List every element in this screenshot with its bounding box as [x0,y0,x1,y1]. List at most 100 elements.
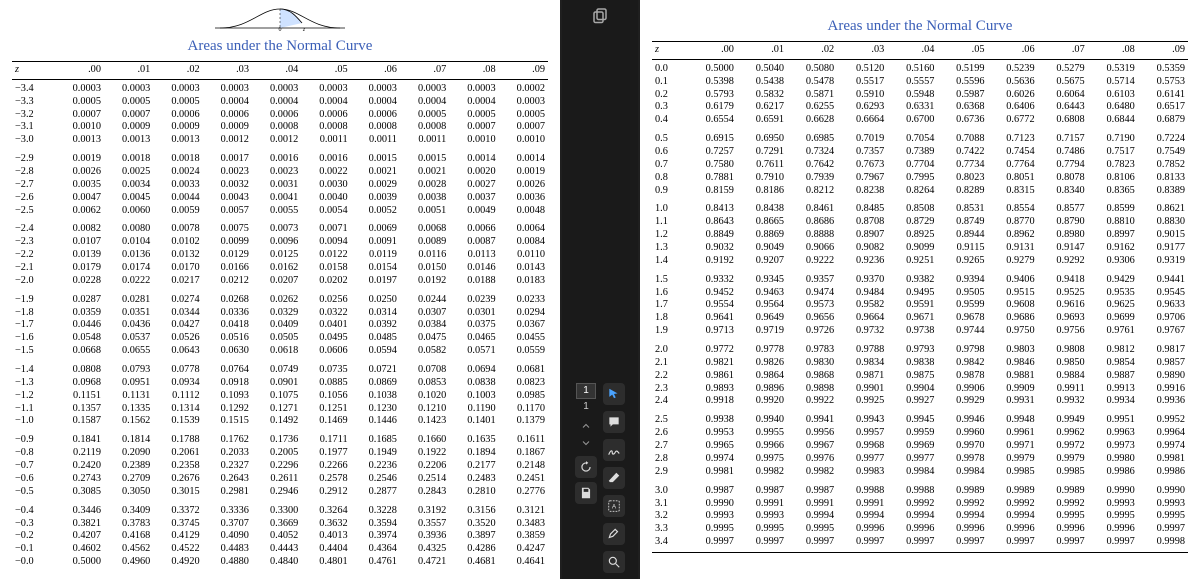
left-page: 0 z Areas under the Normal Curve z.00.01… [0,0,560,579]
zoom-tool[interactable] [603,551,625,573]
z-value: 0.8 [652,172,687,185]
prob-cell: 0.0025 [104,166,153,179]
prob-cell: 0.2389 [104,460,153,473]
prob-cell: 0.9946 [937,411,987,427]
z-value: −2.9 [12,150,55,166]
prob-cell: 0.0062 [55,205,104,221]
prob-cell: 0.0018 [153,150,202,166]
z-value: −3.3 [12,96,55,109]
prob-cell: 0.8106 [1088,172,1138,185]
prob-cell: 0.9641 [687,312,737,325]
prob-cell: 0.1788 [153,431,202,447]
prob-cell: 0.9994 [837,510,887,523]
prob-cell: 0.0202 [301,275,350,291]
table-row: −2.70.00350.00340.00330.00320.00310.0030… [12,179,548,192]
page-current[interactable]: 1 [576,383,596,399]
prob-cell: 0.0012 [203,134,252,150]
z-value: 2.6 [652,427,687,440]
prob-cell: 0.9966 [737,440,787,453]
prob-cell: 0.0143 [499,262,548,275]
prob-cell: 0.0007 [499,121,548,134]
z-value: 3.3 [652,523,687,536]
table-row: −2.40.00820.00800.00780.00750.00730.0071… [12,220,548,236]
prob-cell: 0.9671 [887,312,937,325]
prob-cell: 0.2843 [400,486,449,502]
prob-cell: 0.0094 [301,236,350,249]
signature-tool[interactable] [603,439,625,461]
prob-cell: 0.0020 [449,166,498,179]
prob-cell: 0.9115 [937,242,987,255]
prob-cell: 0.0003 [449,79,498,95]
prob-cell: 0.2033 [203,447,252,460]
copy-icon[interactable] [591,6,609,24]
prob-cell: 0.0004 [252,96,301,109]
table-row: −2.30.01070.01040.01020.00990.00960.0094… [12,236,548,249]
rotate-button[interactable] [575,456,597,478]
prob-cell: 0.8888 [787,229,837,242]
prob-cell: 0.9982 [737,466,787,482]
z-value: −0.6 [12,473,55,486]
prob-cell: 0.8554 [988,200,1038,216]
prob-cell: 0.8729 [887,216,937,229]
prob-cell: 0.0869 [351,377,400,390]
z-value: 1.9 [652,325,687,341]
prob-cell: 0.0409 [252,319,301,332]
table-row: 2.20.98610.98640.98680.98710.98750.98780… [652,370,1188,383]
prob-cell: 0.0005 [449,109,498,122]
comment-tool[interactable] [603,411,625,433]
z-value: −2.0 [12,275,55,291]
eraser-tool[interactable] [603,467,625,489]
table-row: −3.30.00050.00050.00050.00040.00040.0004… [12,96,548,109]
text-select-tool[interactable]: A [603,495,625,517]
z-value: 0.6 [652,146,687,159]
chevron-up-icon[interactable] [580,420,592,435]
prob-cell: 0.9884 [1038,370,1088,383]
save-button[interactable] [575,482,597,504]
prob-cell: 0.9969 [887,440,937,453]
table-row: 0.20.57930.58320.58710.59100.59480.59870… [652,89,1188,102]
prob-cell: 0.0329 [252,307,301,320]
prob-cell: 0.9968 [837,440,887,453]
prob-cell: 0.9066 [787,242,837,255]
prob-cell: 0.8907 [837,229,887,242]
prob-cell: 0.0032 [203,179,252,192]
chevron-down-icon[interactable] [580,437,592,452]
prob-cell: 0.7088 [937,130,987,146]
prob-cell: 0.5714 [1088,76,1138,89]
col-header: .04 [252,62,301,80]
prob-cell: 0.8133 [1138,172,1188,185]
prob-cell: 0.9803 [988,341,1038,357]
prob-cell: 0.1230 [351,403,400,416]
prob-cell: 0.3936 [400,530,449,543]
prob-cell: 0.0166 [203,262,252,275]
prob-cell: 0.5675 [1038,76,1088,89]
prob-cell: 0.2358 [153,460,202,473]
cursor-tool[interactable] [603,383,625,405]
prob-cell: 0.6736 [937,114,987,130]
prob-cell: 0.9987 [787,482,837,498]
z-value: 2.3 [652,383,687,396]
prob-cell: 0.0233 [499,291,548,307]
prob-cell: 0.8810 [1088,216,1138,229]
prob-cell: 0.9382 [887,271,937,287]
z-value: 1.8 [652,312,687,325]
prob-cell: 0.9978 [937,453,987,466]
prob-cell: 0.0537 [104,332,153,345]
prob-cell: 0.0150 [400,262,449,275]
prob-cell: 0.9929 [937,395,987,411]
prob-cell: 0.0007 [449,121,498,134]
prob-cell: 0.1170 [499,403,548,416]
prob-cell: 0.0017 [203,150,252,166]
prob-cell: 0.9997 [1038,536,1088,552]
prob-cell: 0.9495 [887,287,937,300]
highlight-tool[interactable] [603,523,625,545]
prob-cell: 0.1271 [252,403,301,416]
prob-cell: 0.0048 [499,205,548,221]
prob-cell: 0.6293 [837,101,887,114]
prob-cell: 0.0222 [104,275,153,291]
prob-cell: 0.9993 [687,510,737,523]
prob-cell: 0.0793 [104,361,153,377]
prob-cell: 0.9838 [887,357,937,370]
prob-cell: 0.1038 [351,390,400,403]
prob-cell: 0.6026 [988,89,1038,102]
